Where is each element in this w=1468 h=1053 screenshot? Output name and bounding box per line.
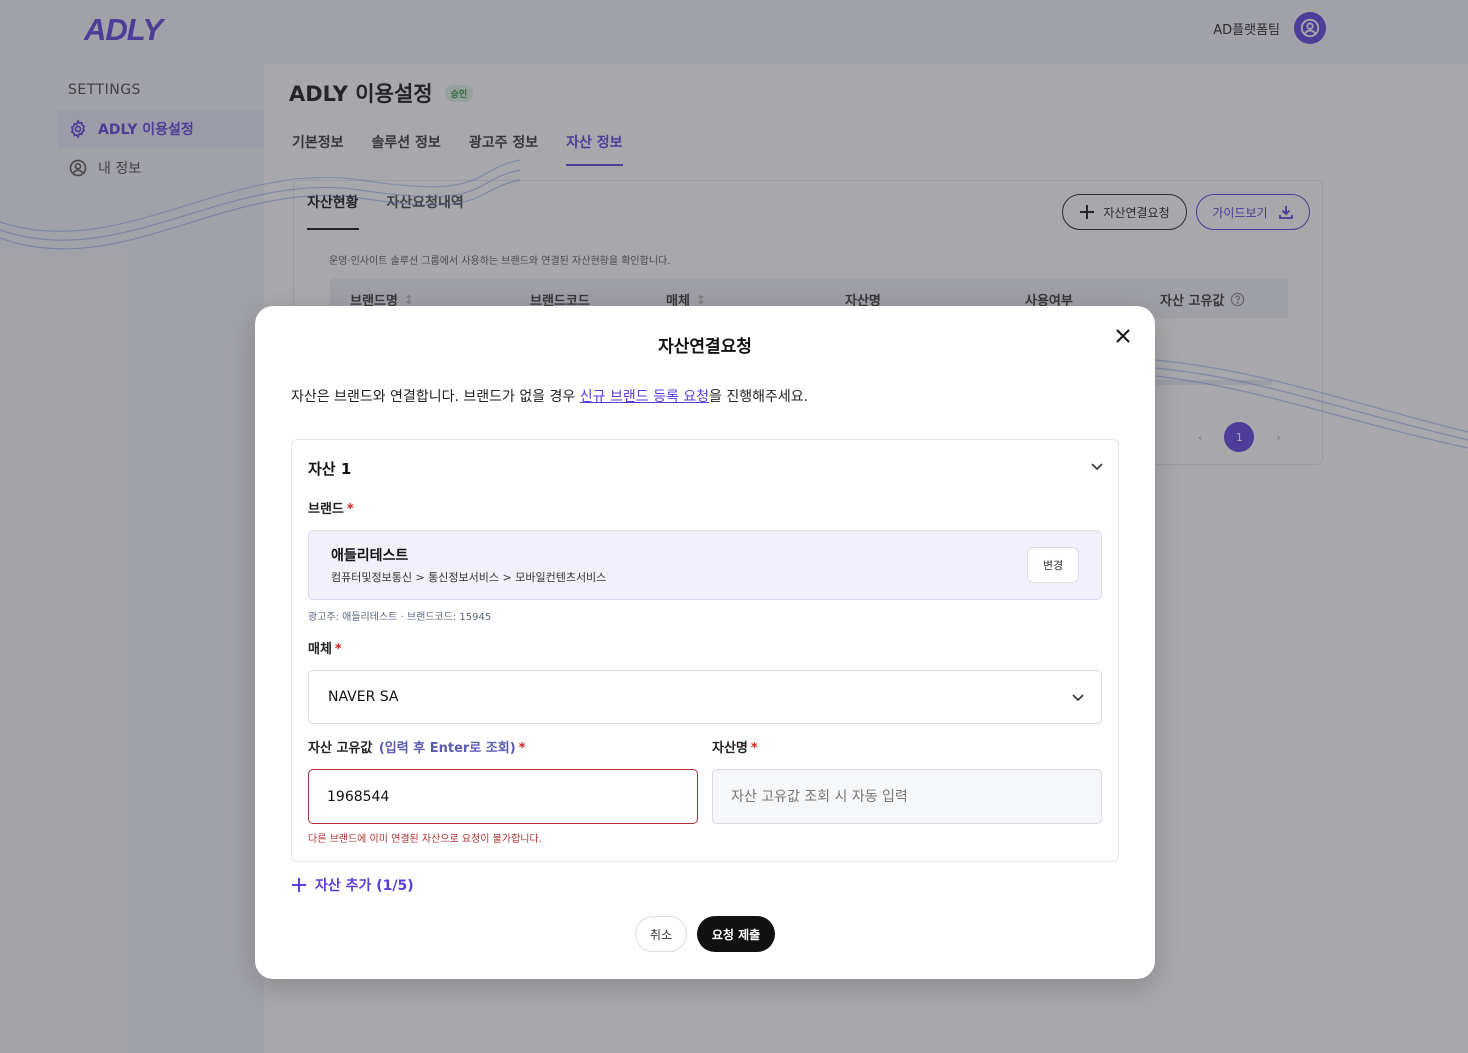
collapse-button[interactable] xyxy=(1090,458,1104,477)
chevron-down-icon xyxy=(1072,694,1084,702)
asset-connect-modal: 자산연결요청 자산은 브랜드와 연결합니다. 브랜드가 없을 경우 신규 브랜드… xyxy=(255,306,1155,979)
chevron-down-icon xyxy=(1091,463,1103,471)
cancel-button[interactable]: 취소 xyxy=(635,916,687,952)
media-select-value: NAVER SA xyxy=(328,689,399,705)
media-label: 매체 * xyxy=(308,642,342,657)
brand-category: 컴퓨터및정보통신 > 통신정보서비스 > 모바일컨텐츠서비스 xyxy=(331,571,607,584)
brand-label: 브랜드 * xyxy=(308,502,354,517)
add-asset-button[interactable]: 자산 추가 (1/5) xyxy=(291,875,414,895)
brand-meta: 광고주: 애들리테스트 · 브랜드코드: 15945 xyxy=(308,612,492,623)
asset-section-title: 자산 1 xyxy=(308,460,352,478)
submit-request-button[interactable]: 요청 제출 xyxy=(697,916,775,952)
plus-icon xyxy=(292,878,306,892)
asset-uid-label: 자산 고유값 (입력 후 Enter로 조회) * xyxy=(308,741,526,756)
asset-uid-input[interactable] xyxy=(308,769,698,824)
brand-name: 애들리테스트 xyxy=(331,548,409,564)
modal-title: 자산연결요청 xyxy=(658,337,752,357)
close-button[interactable] xyxy=(1109,322,1137,350)
media-select[interactable]: NAVER SA xyxy=(308,670,1102,724)
selected-brand-card: 애들리테스트 컴퓨터및정보통신 > 통신정보서비스 > 모바일컨텐츠서비스 변경 xyxy=(308,530,1102,600)
change-brand-button[interactable]: 변경 xyxy=(1027,547,1079,583)
new-brand-request-link[interactable]: 신규 브랜드 등록 요청 xyxy=(580,389,709,405)
asset-name-input[interactable] xyxy=(712,769,1102,824)
asset-name-label: 자산명 * xyxy=(712,741,758,756)
modal-intro: 자산은 브랜드와 연결합니다. 브랜드가 없을 경우 신규 브랜드 등록 요청을… xyxy=(291,389,809,405)
close-icon xyxy=(1116,329,1130,343)
asset-form-section: 자산 1 브랜드 * 애들리테스트 컴퓨터및정보통신 > 통신정보서비스 > 모바… xyxy=(291,439,1119,862)
media-select-chevron xyxy=(1071,689,1085,708)
asset-uid-error: 다른 브랜드에 이미 연결된 자산으로 요청이 불가합니다. xyxy=(308,834,542,845)
